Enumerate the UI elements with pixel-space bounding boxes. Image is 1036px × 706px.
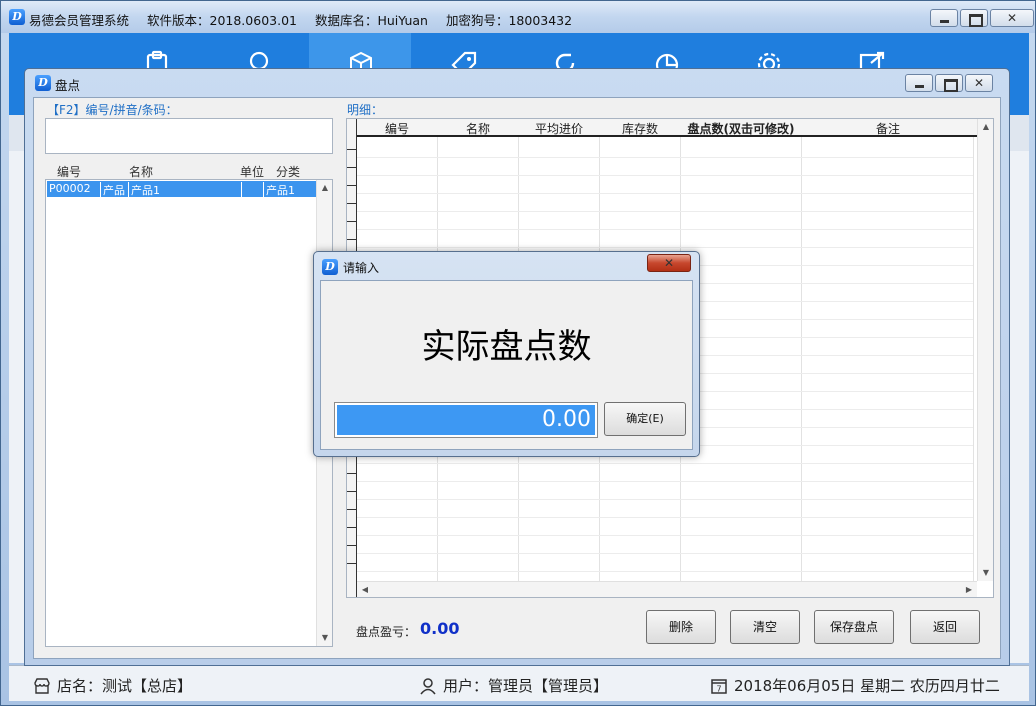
stocktake-window-title: 盘点 xyxy=(55,78,81,93)
dialog-heading: 实际盘点数 xyxy=(421,327,592,367)
list-col-unit: 单位 xyxy=(240,165,265,179)
grid-col-stock[interactable]: 库存数 xyxy=(600,120,680,137)
stocktake-minimize-button[interactable] xyxy=(905,74,933,92)
back-button[interactable]: 返回 xyxy=(910,610,980,644)
list-col-code: 编号 xyxy=(57,165,82,179)
shop-icon xyxy=(34,677,50,694)
grid-scroll-right-icon[interactable]: ▶ xyxy=(961,582,977,597)
profit-label: 盘点盈亏： xyxy=(356,625,417,639)
grid-col-name[interactable]: 名称 xyxy=(438,120,518,137)
status-shop: 店名：测试【总店】 xyxy=(33,675,192,696)
stocktake-maximize-button[interactable] xyxy=(935,74,963,92)
list-item-category: 产品1 xyxy=(266,184,295,197)
grid-col-avg-cost[interactable]: 平均进价 xyxy=(519,120,599,137)
maximize-button[interactable] xyxy=(960,9,988,27)
scroll-up-arrow-icon[interactable]: ▲ xyxy=(317,180,333,196)
calendar-icon: 7 xyxy=(711,678,727,694)
stocktake-window-icon: D xyxy=(35,75,51,91)
count-input-frame xyxy=(334,402,598,438)
grid-scroll-left-icon[interactable]: ◀ xyxy=(357,582,373,597)
stocktake-window-controls: ✕ xyxy=(905,74,993,92)
app-logo-icon: D xyxy=(9,9,25,25)
delete-button[interactable]: 删除 xyxy=(646,610,716,644)
main-title: 易德会员管理系统 软件版本：2018.0603.01 数据库名：HuiYuan … xyxy=(29,10,586,29)
dialog-title: 请输入 xyxy=(343,261,380,275)
status-date: 7 2018年06月05日 星期二 农历四月廿二 xyxy=(710,675,1000,696)
product-list-header: 编号 名称 单位 分类 xyxy=(45,161,333,179)
list-item-name1: 产品 xyxy=(101,182,129,197)
list-item-code: P00002 xyxy=(47,182,101,197)
dialog-icon: D xyxy=(322,259,338,275)
calendar-day: 7 xyxy=(716,684,721,693)
close-button[interactable]: ✕ xyxy=(990,9,1034,27)
list-col-name: 名称 xyxy=(129,165,154,179)
dialog-close-button[interactable]: ✕ xyxy=(647,254,691,272)
status-date-text: 2018年06月05日 星期二 农历四月廿二 xyxy=(734,677,1000,695)
status-user-text: 用户：管理员【管理员】 xyxy=(443,677,609,695)
app-database: 数据库名：HuiYuan xyxy=(314,13,428,28)
grid-scroll-up-icon[interactable]: ▲ xyxy=(978,119,993,135)
product-list[interactable]: P00002 产品 产品1 产品1 ▲ ▼ xyxy=(45,179,333,647)
profit-value: 0.00 xyxy=(420,619,460,638)
status-shop-text: 店名：测试【总店】 xyxy=(57,677,193,695)
list-item-unit xyxy=(242,182,264,197)
detail-grid-vscrollbar[interactable]: ▲ ▼ xyxy=(977,119,993,581)
status-user: 用户：管理员【管理员】 xyxy=(419,675,608,696)
dialog-body: 实际盘点数 确定(E) xyxy=(320,280,693,450)
status-bar: 店名：测试【总店】 用户：管理员【管理员】 7 2018年06月05日 星期二 … xyxy=(9,665,1029,701)
stocktake-close-button[interactable]: ✕ xyxy=(965,74,993,92)
clear-button[interactable]: 清空 xyxy=(730,610,800,644)
list-col-category: 分类 xyxy=(276,165,301,179)
input-dialog: D 请输入 ✕ 实际盘点数 确定(E) xyxy=(313,251,700,457)
app-dongle: 加密狗号：18003432 xyxy=(445,13,573,28)
scroll-down-arrow-icon[interactable]: ▼ xyxy=(317,630,333,646)
detail-grid-hscrollbar[interactable]: ◀ ▶ xyxy=(357,581,977,597)
save-stocktake-button[interactable]: 保存盘点 xyxy=(814,610,894,644)
detail-label: 明细： xyxy=(347,103,384,117)
main-window-controls: ✕ xyxy=(930,9,1034,27)
search-label: 【F2】编号/拼音/条码： xyxy=(47,103,178,117)
main-titlebar[interactable]: D 易德会员管理系统 软件版本：2018.0603.01 数据库名：HuiYua… xyxy=(1,1,1035,33)
grid-col-remark[interactable]: 备注 xyxy=(802,120,974,137)
dialog-controls: ✕ xyxy=(647,254,691,272)
detail-grid-header: 编号 名称 平均进价 库存数 盘点数(双击可修改) 备注 xyxy=(357,119,977,137)
app-name: 易德会员管理系统 xyxy=(29,13,130,28)
ok-button[interactable]: 确定(E) xyxy=(604,402,686,436)
app-version: 软件版本：2018.0603.01 xyxy=(147,13,297,28)
list-item[interactable]: P00002 产品 产品1 产品1 xyxy=(47,181,317,197)
count-input[interactable] xyxy=(337,405,595,435)
minimize-button[interactable] xyxy=(930,9,958,27)
list-item-name2: 产品1 xyxy=(129,182,242,197)
grid-scroll-down-icon[interactable]: ▼ xyxy=(978,565,993,581)
user-icon xyxy=(420,677,436,694)
search-input[interactable] xyxy=(45,118,333,154)
grid-col-count[interactable]: 盘点数(双击可修改) xyxy=(681,120,801,137)
grid-col-code[interactable]: 编号 xyxy=(357,120,437,137)
